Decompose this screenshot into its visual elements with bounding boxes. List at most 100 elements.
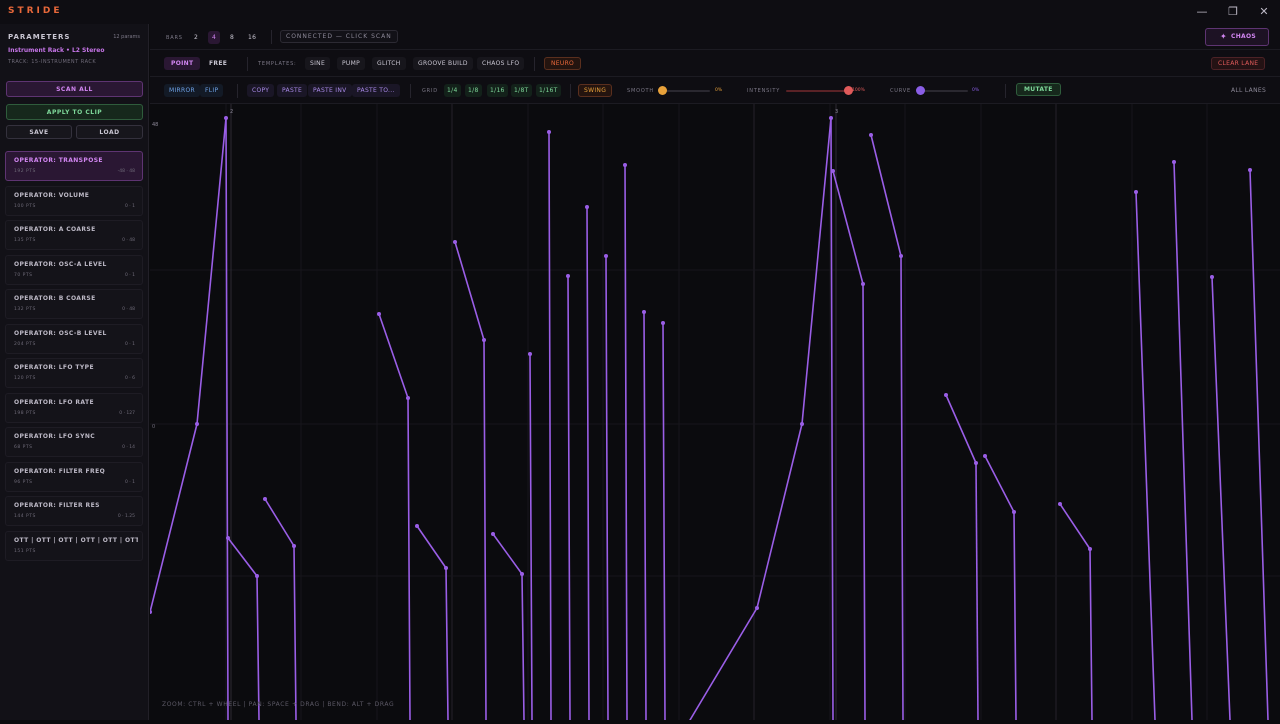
- bars-option-8[interactable]: 8: [226, 31, 238, 44]
- flip-button[interactable]: FLIP: [200, 84, 224, 97]
- lane-name: OPERATOR: B COARSE: [14, 295, 96, 302]
- automation-point[interactable]: [148, 610, 152, 614]
- lane-points: 120 PTS: [14, 376, 36, 381]
- automation-point[interactable]: [226, 536, 230, 540]
- automation-point[interactable]: [263, 497, 267, 501]
- restore-icon[interactable]: ❐: [1225, 4, 1241, 20]
- automation-point[interactable]: [528, 352, 532, 356]
- save-button[interactable]: SAVE: [6, 125, 72, 139]
- automation-segment: [1249, 169, 1269, 721]
- smooth-slider[interactable]: [662, 90, 710, 92]
- automation-point[interactable]: [1088, 547, 1092, 551]
- automation-point[interactable]: [444, 566, 448, 570]
- lane-item[interactable]: OPERATOR: OSC-B LEVEL 204 PTS 0 · 1: [5, 323, 143, 354]
- grid-option[interactable]: 1/16: [487, 84, 508, 97]
- lane-item[interactable]: OPERATOR: VOLUME 100 PTS 0 · 1: [5, 185, 143, 216]
- template-glitch[interactable]: GLITCH: [372, 57, 406, 70]
- automation-point[interactable]: [1058, 502, 1062, 506]
- connection-status[interactable]: CONNECTED — CLICK SCAN: [280, 30, 398, 43]
- scan-all-button[interactable]: SCAN ALL: [6, 81, 143, 97]
- automation-point[interactable]: [1134, 190, 1138, 194]
- automation-point[interactable]: [944, 393, 948, 397]
- automation-point[interactable]: [755, 606, 759, 610]
- lane-item[interactable]: OPERATOR: LFO SYNC 68 PTS 0 · 14: [5, 427, 143, 457]
- mode-free-button[interactable]: FREE: [202, 57, 234, 70]
- automation-point[interactable]: [415, 524, 419, 528]
- automation-point[interactable]: [829, 116, 833, 120]
- curve-slider-knob[interactable]: [915, 86, 925, 95]
- automation-point[interactable]: [1172, 160, 1176, 164]
- lane-item[interactable]: OPERATOR: TRANSPOSE 192 PTS -48 · 48: [5, 151, 143, 181]
- automation-point[interactable]: [224, 116, 228, 120]
- automation-point[interactable]: [869, 133, 873, 137]
- neuro-button[interactable]: NEURO: [544, 57, 582, 70]
- clip-op-paste-to[interactable]: PASTE TO...: [352, 84, 400, 97]
- bars-option-4[interactable]: 4: [208, 31, 221, 44]
- automation-point[interactable]: [1210, 275, 1214, 279]
- load-button[interactable]: LOAD: [76, 125, 143, 139]
- automation-point[interactable]: [1012, 510, 1016, 514]
- automation-point[interactable]: [482, 338, 486, 342]
- close-icon[interactable]: ✕: [1256, 4, 1272, 20]
- automation-segment: [483, 339, 487, 721]
- automation-point[interactable]: [831, 169, 835, 173]
- grid-option[interactable]: 1/8: [465, 84, 482, 97]
- minimize-icon[interactable]: —: [1194, 4, 1210, 20]
- automation-point[interactable]: [623, 163, 627, 167]
- clear-lane-button[interactable]: CLEAR LANE: [1211, 57, 1266, 70]
- lane-item[interactable]: OPERATOR: FILTER RES 144 PTS 0 · 1.25: [5, 496, 143, 526]
- lane-item[interactable]: OTT | OTT | OTT | OTT | OTT | OTT | OTT 1…: [5, 530, 143, 561]
- swing-button[interactable]: SWING: [578, 84, 613, 97]
- mode-point-button[interactable]: POINT: [164, 57, 201, 70]
- automation-point[interactable]: [195, 422, 199, 426]
- automation-point[interactable]: [491, 532, 495, 536]
- automation-point[interactable]: [661, 321, 665, 325]
- grid-option[interactable]: 1/8T: [511, 84, 532, 97]
- template-sine[interactable]: SINE: [305, 57, 331, 70]
- smooth-slider-knob[interactable]: [657, 86, 667, 95]
- bars-option-16[interactable]: 16: [244, 31, 260, 44]
- template-groove-build[interactable]: GROOVE BUILD: [413, 57, 473, 70]
- automation-point[interactable]: [406, 396, 410, 400]
- automation-canvas[interactable]: 48 0 2 3: [148, 104, 1280, 721]
- lane-item[interactable]: OPERATOR: B COARSE 132 PTS 0 · 48: [5, 289, 143, 319]
- lane-item[interactable]: OPERATOR: A COARSE 135 PTS 0 · 48: [5, 220, 143, 250]
- automation-point[interactable]: [861, 282, 865, 286]
- automation-point[interactable]: [899, 254, 903, 258]
- automation-point[interactable]: [453, 240, 457, 244]
- lane-item[interactable]: OPERATOR: FILTER FREQ 96 PTS 0 · 1: [5, 461, 143, 492]
- lane-item[interactable]: OPERATOR: OSC-A LEVEL 70 PTS 0 · 1: [5, 254, 143, 285]
- mirror-button[interactable]: MIRROR: [164, 84, 200, 97]
- lane-item[interactable]: OPERATOR: LFO TYPE 120 PTS 0 · 6: [5, 358, 143, 388]
- grid-option[interactable]: 1/4: [444, 84, 461, 97]
- curve-slider[interactable]: [920, 90, 968, 92]
- automation-point[interactable]: [292, 544, 296, 548]
- automation-point[interactable]: [642, 310, 646, 314]
- bars-option-2[interactable]: 2: [190, 31, 202, 44]
- clip-op-paste-inv[interactable]: PASTE INV: [308, 84, 352, 97]
- template-chaos-lfo[interactable]: CHAOS LFO: [477, 57, 525, 70]
- grid-option[interactable]: 1/16T: [536, 84, 561, 97]
- lane-item[interactable]: OPERATOR: LFO RATE 198 PTS 0 · 127: [5, 392, 143, 423]
- automation-point[interactable]: [255, 574, 259, 578]
- automation-point[interactable]: [1248, 168, 1252, 172]
- clip-op-copy[interactable]: COPY: [247, 84, 275, 97]
- mutate-button[interactable]: MUTATE: [1016, 83, 1061, 96]
- automation-graph[interactable]: 48 0 2 3: [148, 104, 1280, 721]
- all-lanes-button[interactable]: ALL LANES: [1226, 84, 1271, 97]
- automation-point[interactable]: [983, 454, 987, 458]
- apply-to-clip-button[interactable]: APPLY TO CLIP: [6, 104, 143, 120]
- automation-point[interactable]: [520, 572, 524, 576]
- automation-segment: [984, 455, 1015, 513]
- automation-point[interactable]: [566, 274, 570, 278]
- automation-point[interactable]: [974, 461, 978, 465]
- automation-point[interactable]: [585, 205, 589, 209]
- intensity-slider[interactable]: [786, 90, 848, 92]
- automation-point[interactable]: [547, 130, 551, 134]
- automation-point[interactable]: [800, 422, 804, 426]
- chaos-button[interactable]: ✦ CHAOS: [1205, 28, 1269, 46]
- template-pump[interactable]: PUMP: [337, 57, 366, 70]
- clip-op-paste[interactable]: PASTE: [277, 84, 308, 97]
- automation-point[interactable]: [604, 254, 608, 258]
- automation-point[interactable]: [377, 312, 381, 316]
